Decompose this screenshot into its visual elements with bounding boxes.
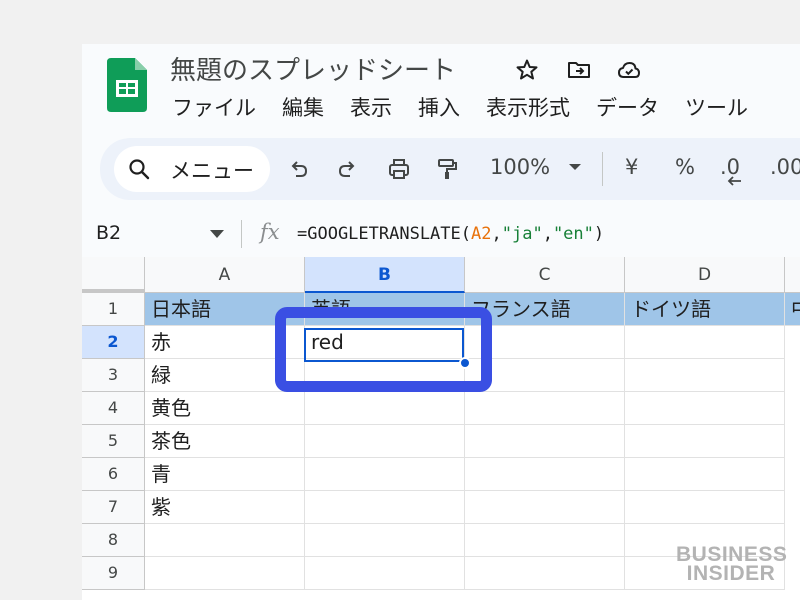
fx-icon: fx: [260, 220, 280, 244]
cell-b6[interactable]: [305, 458, 465, 491]
menu-bar: ファイル 編集 表示 挿入 表示形式 データ ツール: [172, 92, 774, 122]
row-header-9[interactable]: 9: [82, 557, 145, 590]
cell-b4[interactable]: [305, 392, 465, 425]
search-icon: [129, 159, 150, 180]
row-header-4[interactable]: 4: [82, 392, 145, 425]
increase-decimal-button[interactable]: .00: [770, 155, 800, 179]
toolbar-divider: [602, 152, 603, 186]
row-header-2[interactable]: 2: [82, 326, 145, 359]
sheets-logo-icon[interactable]: [107, 58, 147, 112]
percent-format-button[interactable]: %: [675, 155, 695, 179]
formula-input[interactable]: =GOOGLETRANSLATE(A2,"ja","en"): [297, 224, 604, 244]
cell-a9[interactable]: [145, 557, 305, 590]
column-header-c[interactable]: C: [465, 257, 625, 293]
column-header-d[interactable]: D: [625, 257, 785, 293]
search-label: メニュー: [170, 159, 254, 183]
cell-c5[interactable]: [465, 425, 625, 458]
sheets-window: 無題のスプレッドシート ファイル 編集 表示 挿入 表示形式 データ ツール メニュー: [82, 44, 800, 600]
menu-format[interactable]: 表示形式: [486, 92, 570, 122]
print-icon[interactable]: [387, 157, 411, 181]
formula-cell-ref: A2: [471, 224, 492, 244]
zoom-select[interactable]: 100%: [490, 155, 550, 179]
cell-c8[interactable]: [465, 524, 625, 557]
formula-separator: ,: [491, 224, 502, 244]
cell-d5[interactable]: [625, 425, 785, 458]
redo-icon[interactable]: [336, 157, 360, 181]
formula-source-lang: "ja": [501, 224, 543, 244]
menu-insert[interactable]: 挿入: [418, 92, 460, 122]
cell-d4[interactable]: [625, 392, 785, 425]
currency-format-button[interactable]: ¥: [625, 155, 638, 179]
cell-d3[interactable]: [625, 359, 785, 392]
row-header-6[interactable]: 6: [82, 458, 145, 491]
cell-c6[interactable]: [465, 458, 625, 491]
formula-close-paren: ): [593, 224, 605, 244]
cell-e1[interactable]: 中: [785, 293, 800, 326]
select-all-corner[interactable]: [82, 257, 145, 293]
cell-b7[interactable]: [305, 491, 465, 524]
name-box-dropdown-icon[interactable]: [210, 230, 224, 238]
row-header-8[interactable]: 8: [82, 524, 145, 557]
column-header-e[interactable]: [785, 257, 800, 293]
document-title[interactable]: 無題のスプレッドシート: [170, 50, 456, 87]
paint-format-icon[interactable]: [435, 157, 459, 181]
cell-d7[interactable]: [625, 491, 785, 524]
row-header-3[interactable]: 3: [82, 359, 145, 392]
menu-file[interactable]: ファイル: [172, 92, 256, 122]
business-insider-watermark: BUSINESS INSIDER: [676, 544, 787, 585]
move-folder-icon[interactable]: [567, 58, 591, 82]
cell-a6[interactable]: 青: [145, 458, 305, 491]
highlight-frame: [275, 307, 492, 392]
column-header-a[interactable]: A: [145, 257, 305, 293]
cell-c9[interactable]: [465, 557, 625, 590]
menu-tools[interactable]: ツール: [685, 92, 748, 122]
cell-b5[interactable]: [305, 425, 465, 458]
toolbar: メニュー 100% ¥ % .0 .00: [100, 138, 800, 200]
cell-d6[interactable]: [625, 458, 785, 491]
undo-icon[interactable]: [286, 157, 310, 181]
formula-bar-divider: [241, 220, 242, 248]
row-header-1[interactable]: 1: [82, 293, 145, 326]
cell-d2[interactable]: [625, 326, 785, 359]
cell-a5[interactable]: 茶色: [145, 425, 305, 458]
cell-d1[interactable]: ドイツ語: [625, 293, 785, 326]
row-header-5[interactable]: 5: [82, 425, 145, 458]
cell-a7[interactable]: 紫: [145, 491, 305, 524]
zoom-dropdown-icon[interactable]: [568, 160, 582, 174]
column-header-b[interactable]: B: [305, 257, 465, 293]
row-header-7[interactable]: 7: [82, 491, 145, 524]
watermark-line-2: INSIDER: [686, 562, 776, 585]
menu-data[interactable]: データ: [596, 92, 659, 122]
cell-a8[interactable]: [145, 524, 305, 557]
formula-function: =GOOGLETRANSLATE(: [297, 224, 471, 244]
cell-b8[interactable]: [305, 524, 465, 557]
cell-c7[interactable]: [465, 491, 625, 524]
menu-view[interactable]: 表示: [350, 92, 392, 122]
formula-separator: ,: [542, 224, 553, 244]
name-box[interactable]: B2: [96, 222, 121, 244]
cell-b9[interactable]: [305, 557, 465, 590]
cloud-status-icon[interactable]: [617, 58, 641, 82]
formula-target-lang: "en": [552, 224, 594, 244]
star-icon[interactable]: [515, 58, 539, 82]
menu-search-button[interactable]: メニュー: [114, 146, 270, 192]
decrease-arrow-icon: [727, 176, 741, 186]
menu-edit[interactable]: 編集: [282, 92, 324, 122]
cell-a4[interactable]: 黄色: [145, 392, 305, 425]
cell-c4[interactable]: [465, 392, 625, 425]
